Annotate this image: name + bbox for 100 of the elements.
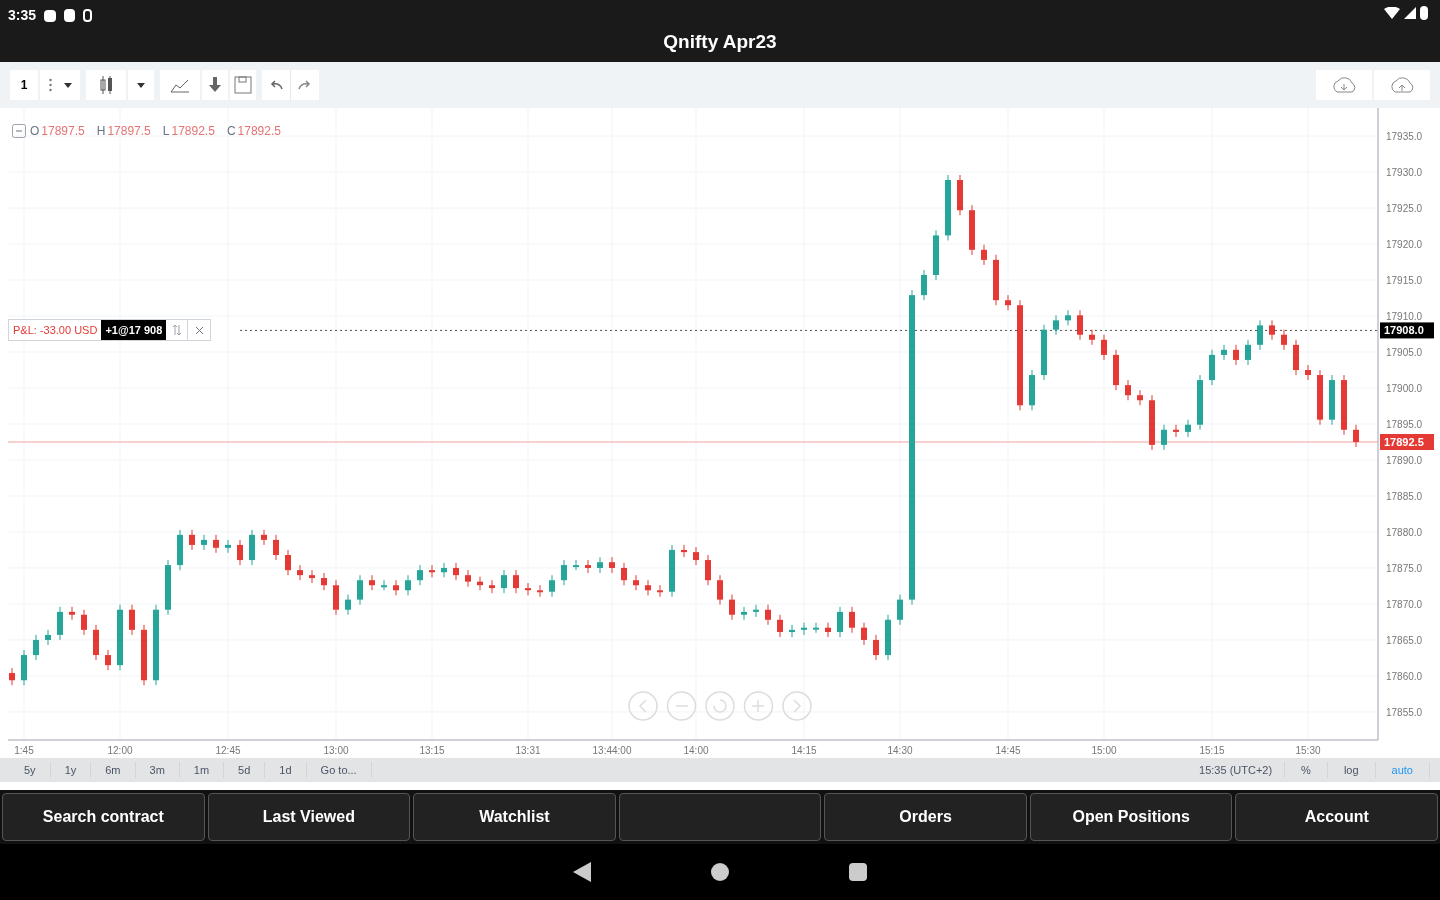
candle [189,529,195,551]
collapse-icon[interactable] [12,124,26,138]
chart-type-menu-button[interactable] [128,70,154,100]
range-button[interactable]: 1d [265,761,307,779]
candle [1233,344,1239,366]
legend-label: H [96,123,106,140]
candle [681,544,687,558]
candlestick-icon[interactable] [86,70,126,100]
nav-tab[interactable]: Open Positions [1029,793,1233,841]
scale-option[interactable]: log [1327,761,1376,779]
range-button[interactable]: 5d [224,761,266,779]
candle [753,604,759,618]
redo-icon[interactable] [291,70,319,100]
back-icon[interactable] [573,862,591,882]
candle [1161,424,1167,451]
x-axis-label: 14:45 [995,745,1021,756]
candle [969,204,975,256]
undo-icon[interactable] [262,70,290,100]
interval-button[interactable]: 1 [10,70,38,100]
x-axis-label: 12:45 [215,745,241,756]
x-axis-label: 1:45 [14,745,34,756]
range-button[interactable]: 5y [10,761,51,779]
candle [993,254,999,306]
candle [1029,369,1035,411]
recents-icon[interactable] [849,863,867,881]
candle [1077,309,1083,341]
candle [609,556,615,574]
candle [573,559,579,571]
y-axis-label: 17860.0 [1386,670,1423,682]
save-icon[interactable] [230,70,256,100]
legend-value: 17892.5 [171,123,215,140]
caret-icon [137,82,145,88]
legend-value: 17897.5 [41,123,85,140]
y-axis-label: 17910.0 [1386,311,1423,323]
range-button[interactable]: 3m [135,761,180,779]
interval-menu-button[interactable] [40,70,80,100]
candle [405,574,411,596]
candle [165,559,171,616]
candle [273,534,279,561]
nav-tab[interactable]: Account [1235,793,1439,841]
cloud-upload-icon[interactable] [1374,70,1430,100]
candle [1257,319,1263,351]
candle [345,594,351,616]
candle [813,622,819,634]
range-button[interactable]: 1m [179,761,225,779]
nav-tab[interactable]: Last Viewed [207,793,411,841]
more-icon [48,78,52,92]
candle [501,569,507,594]
x-axis-label: 13:00 [323,745,349,756]
candle [333,579,339,616]
y-axis-label: 17870.0 [1386,598,1423,610]
candle [777,614,783,638]
y-axis-label: 17865.0 [1386,634,1423,646]
cloud-download-icon[interactable] [1316,70,1372,100]
nav-tab[interactable]: Orders [824,793,1027,841]
blank-tab[interactable] [618,793,822,841]
candle [1101,334,1107,361]
candle [213,534,219,554]
x-axis-label: 15:00 [1091,745,1117,756]
candle [1185,419,1191,438]
candle [897,594,903,626]
swap-arrows-icon[interactable] [171,324,182,337]
nav-tab[interactable]: Watchlist [413,793,616,841]
candle [1293,339,1299,376]
y-axis-label: 17890.0 [1386,455,1423,466]
candle [549,574,555,598]
candle [849,606,855,634]
nav-tab[interactable]: Search contract [2,793,205,841]
candle [1281,329,1287,351]
caret-icon [63,82,72,88]
range-button[interactable]: 6m [91,761,136,779]
y-axis-label: 17925.0 [1386,203,1423,215]
range-button[interactable]: Go to... [306,761,372,779]
candle [261,529,267,546]
candle [1173,424,1179,438]
legend-label: L [162,123,170,140]
download-icon[interactable] [202,70,228,100]
candle [705,554,711,586]
x-axis-label: 14:15 [791,745,817,756]
candle [9,667,15,686]
candle [513,569,519,594]
y-axis-label: 17855.0 [1386,706,1423,718]
candle [1317,369,1323,426]
y-axis-label: 17875.0 [1386,562,1423,574]
range-button[interactable]: 1y [50,761,92,779]
candle [357,574,363,606]
candle [885,614,891,661]
candle [981,244,987,266]
candle [801,622,807,636]
candle [825,622,831,638]
home-icon[interactable] [711,863,729,881]
close-icon[interactable] [194,325,204,335]
candle [525,582,531,596]
scale-option[interactable]: % [1285,761,1328,779]
candle [1089,329,1095,346]
ref-line-label: 17908.0 [1384,324,1424,337]
y-axis-label: 17905.0 [1386,347,1423,358]
candle [945,174,951,241]
candle [633,574,639,591]
legend-value: 17892.5 [237,123,281,140]
